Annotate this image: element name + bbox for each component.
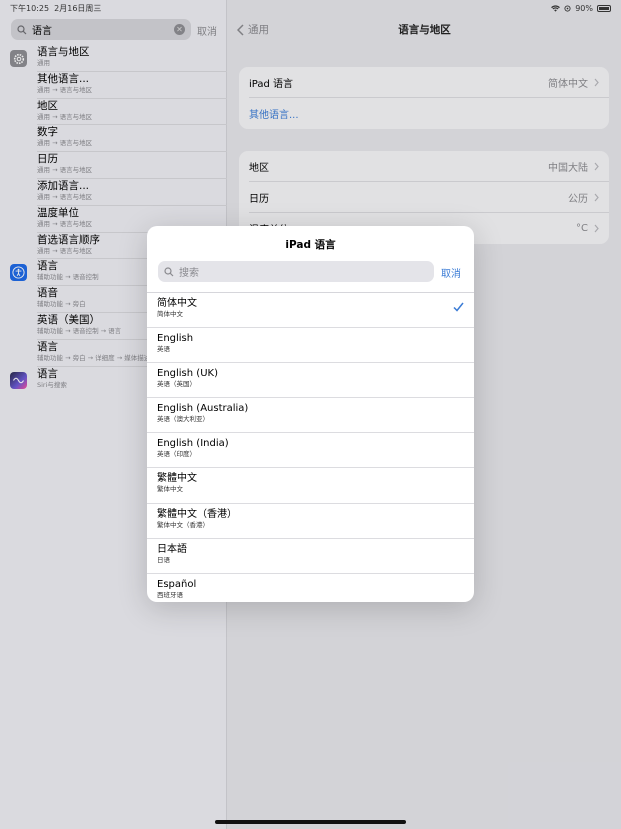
- language-option[interactable]: 简体中文 简体中文: [147, 293, 474, 329]
- language-name: English (Australia): [157, 403, 249, 415]
- home-indicator[interactable]: [215, 820, 406, 824]
- language-name: 繁體中文: [157, 473, 197, 485]
- language-native-name: 英语: [157, 345, 170, 354]
- language-name: Español: [157, 578, 197, 590]
- language-option[interactable]: English (Australia) 英语（澳大利亚）: [147, 398, 474, 434]
- language-native-name: 日语: [157, 555, 170, 564]
- language-name: 简体中文: [157, 298, 197, 309]
- checkmark-icon: [453, 302, 464, 312]
- language-option[interactable]: 繁體中文（香港） 繁体中文（香港）: [147, 504, 474, 539]
- language-native-name: 简体中文: [157, 310, 183, 318]
- status-bar: 下午10:25 2月16日周三 90%: [0, 0, 621, 16]
- battery-icon: [597, 4, 611, 12]
- modal-cancel-button[interactable]: 取消: [441, 265, 461, 280]
- language-option[interactable]: Español 西班牙语: [147, 574, 474, 602]
- language-name: 繁體中文（香港）: [157, 508, 237, 520]
- location-icon: [564, 4, 571, 12]
- language-option[interactable]: English (UK) 英语（英国）: [147, 363, 474, 399]
- modal-search-field[interactable]: 搜索: [158, 261, 434, 282]
- language-picker-modal: iPad 语言 搜索 取消 简体中文 简体中文 English 英语 Engli…: [147, 226, 474, 602]
- language-option[interactable]: 日本語 日语: [147, 539, 474, 574]
- language-native-name: 繁体中文（香港）: [157, 520, 209, 529]
- language-native-name: 西班牙语: [157, 590, 183, 599]
- language-option[interactable]: 繁體中文 繁体中文: [147, 468, 474, 504]
- language-native-name: 英语（英国）: [157, 380, 196, 389]
- language-list: 简体中文 简体中文 English 英语 English (UK) 英语（英国）…: [147, 293, 474, 602]
- modal-search-placeholder[interactable]: 搜索: [179, 264, 199, 279]
- status-right: 90%: [551, 4, 611, 13]
- search-icon: [164, 266, 174, 276]
- language-name: English: [157, 333, 194, 345]
- language-name: English (UK): [157, 368, 218, 380]
- status-time: 下午10:25: [10, 3, 50, 13]
- language-option[interactable]: English (India) 英语（印度）: [147, 433, 474, 469]
- wifi-icon: [551, 4, 561, 12]
- language-native-name: 英语（澳大利亚）: [157, 415, 209, 424]
- battery-percent: 90%: [575, 3, 593, 13]
- status-left: 下午10:25 2月16日周三: [10, 3, 101, 14]
- language-native-name: 繁体中文: [157, 485, 183, 494]
- language-native-name: 英语（印度）: [157, 450, 196, 459]
- status-date: 2月16日周三: [54, 3, 102, 13]
- language-name: English (India): [157, 438, 229, 450]
- modal-title: iPad 语言: [285, 239, 336, 251]
- language-option[interactable]: English 英语: [147, 328, 474, 364]
- language-name: 日本語: [157, 543, 187, 555]
